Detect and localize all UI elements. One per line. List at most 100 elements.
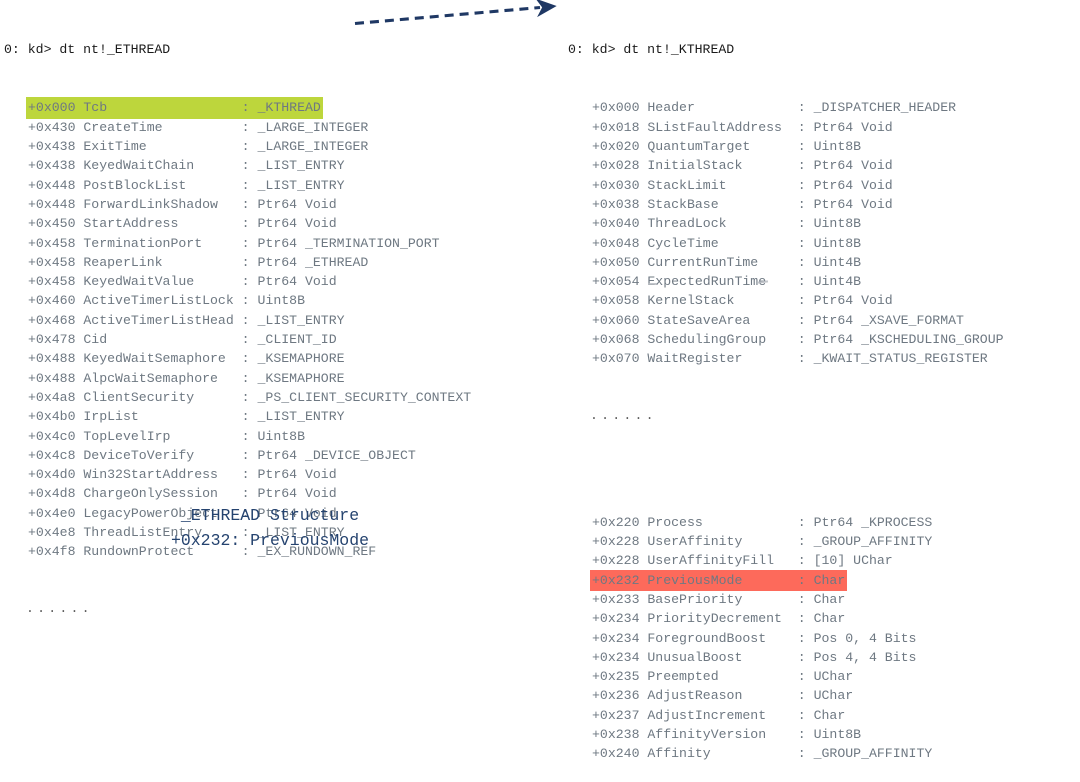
struct-field-text: +0x448 PostBlockList : _LIST_ENTRY [28, 177, 345, 193]
struct-field-text: +0x438 ExitTime : _LARGE_INTEGER [28, 139, 369, 155]
struct-field-text: +0x4b0 IrpList : _LIST_ENTRY [28, 409, 345, 425]
caption-subtitle: +0x232: PreviousMode [170, 531, 370, 550]
struct-field-text: +0x448 ForwardLinkShadow : Ptr64 Void [28, 196, 337, 212]
kthread-field-list-top: +0x000 Header : _DISPATCHER_HEADER +0x018… [568, 97, 1006, 367]
struct-field-row: +0x234 PriorityDecrement : Char [590, 608, 1006, 627]
struct-field-text: +0x020 QuantumTarget : Uint8B [592, 139, 862, 155]
struct-field-row: +0x448 PostBlockList : _LIST_ENTRY [26, 175, 473, 194]
struct-field-text: +0x000 Header : _DISPATCHER_HEADER [592, 100, 957, 116]
struct-field-text: +0x438 KeyedWaitChain : _LIST_ENTRY [28, 158, 345, 174]
struct-field-text: +0x030 StackLimit : Ptr64 Void [592, 177, 893, 193]
struct-field-row: +0x048 CycleTime : Uint8B [590, 233, 1006, 252]
caption-title: _ETHREAD Structure [180, 506, 360, 525]
kthread-ellipsis: ...... [590, 408, 657, 424]
struct-field-row: +0x458 ReaperLink : Ptr64 _ETHREAD [26, 252, 473, 271]
struct-field-row: +0x4c8 DeviceToVerify : Ptr64 _DEVICE_OB… [26, 445, 473, 464]
struct-field-row: +0x460 ActiveTimerListLock : Uint8B [26, 290, 473, 309]
struct-field-text: +0x048 CycleTime : Uint8B [592, 235, 862, 251]
struct-field-row: +0x478 Cid : _CLIENT_ID [26, 329, 473, 348]
struct-field-text: +0x233 BasePriority : Char [592, 591, 846, 607]
struct-field-row: +0x448 ForwardLinkShadow : Ptr64 Void [26, 194, 473, 213]
struct-field-text: +0x000 Tcb : _KTHREAD [26, 97, 323, 119]
struct-field-text: +0x4c0 TopLevelIrp : Uint8B [28, 428, 305, 444]
struct-field-row: +0x4b0 IrpList : _LIST_ENTRY [26, 406, 473, 425]
struct-field-row: +0x030 StackLimit : Ptr64 Void [590, 175, 1006, 194]
struct-field-row: +0x234 UnusualBoost : Pos 4, 4 Bits [590, 647, 1006, 666]
struct-field-text: +0x237 AdjustIncrement : Char [592, 707, 846, 723]
struct-field-text: +0x060 StateSaveArea : Ptr64 _XSAVE_FORM… [592, 312, 964, 328]
struct-field-row: +0x232 PreviousMode : Char [590, 569, 1006, 591]
struct-field-text: +0x450 StartAddress : Ptr64 Void [28, 216, 337, 232]
struct-field-text: +0x240 Affinity : _GROUP_AFFINITY [592, 746, 933, 762]
struct-field-text: +0x220 Process : Ptr64 _KPROCESS [592, 514, 933, 530]
struct-field-text: +0x070 WaitRegister : _KWAIT_STATUS_REGI… [592, 351, 988, 367]
struct-field-text: +0x236 AdjustReason : UChar [592, 688, 854, 704]
struct-field-text: +0x028 InitialStack : Ptr64 Void [592, 158, 893, 174]
struct-field-row: +0x240 Affinity : _GROUP_AFFINITY [590, 743, 1006, 762]
struct-field-text: +0x054 ExpectedRunTime : Uint4B [592, 274, 862, 290]
struct-field-text: +0x232 PreviousMode : Char [590, 569, 848, 591]
struct-field-row: +0x4a8 ClientSecurity : _PS_CLIENT_SECUR… [26, 387, 473, 406]
struct-field-row: +0x038 StackBase : Ptr64 Void [590, 194, 1006, 213]
struct-field-row: +0x040 ThreadLock : Uint8B [590, 213, 1006, 232]
struct-field-row: +0x4d8 ChargeOnlySession : Ptr64 Void [26, 483, 473, 502]
struct-field-row: +0x4c0 TopLevelIrp : Uint8B [26, 426, 473, 445]
struct-field-row: +0x028 InitialStack : Ptr64 Void [590, 155, 1006, 174]
struct-field-text: +0x038 StackBase : Ptr64 Void [592, 196, 893, 212]
kthread-struct-pane: 0: kd> dt nt!_KTHREAD +0x000 Header : _D… [568, 1, 1006, 782]
struct-field-row: +0x060 StateSaveArea : Ptr64 _XSAVE_FORM… [590, 310, 1006, 329]
struct-field-row: +0x468 ActiveTimerListHead : _LIST_ENTRY [26, 310, 473, 329]
struct-field-text: +0x238 AffinityVersion : Uint8B [592, 726, 862, 742]
struct-field-row: +0x488 AlpcWaitSemaphore : _KSEMAPHORE [26, 368, 473, 387]
struct-field-text: +0x488 AlpcWaitSemaphore : _KSEMAPHORE [28, 370, 345, 386]
struct-field-row: +0x000 Tcb : _KTHREAD [26, 97, 473, 119]
kthread-field-list-bottom: +0x220 Process : Ptr64 _KPROCESS +0x228 U… [568, 512, 1006, 763]
struct-field-text: +0x4d0 Win32StartAddress : Ptr64 Void [28, 467, 337, 483]
struct-field-row: +0x438 ExitTime : _LARGE_INTEGER [26, 136, 473, 155]
struct-field-row: +0x450 StartAddress : Ptr64 Void [26, 213, 473, 232]
struct-field-text: +0x4c8 DeviceToVerify : Ptr64 _DEVICE_OB… [28, 447, 416, 463]
struct-field-row: +0x458 KeyedWaitValue : Ptr64 Void [26, 271, 473, 290]
struct-field-row: +0x020 QuantumTarget : Uint8B [590, 136, 1006, 155]
ethread-ellipsis: ...... [26, 601, 93, 617]
ethread-command-line: 0: kd> dt nt!_ETHREAD [4, 41, 171, 57]
struct-field-text: +0x488 KeyedWaitSemaphore : _KSEMAPHORE [28, 351, 345, 367]
struct-field-text: +0x4a8 ClientSecurity : _PS_CLIENT_SECUR… [28, 389, 472, 405]
struct-field-row: +0x068 SchedulingGroup : Ptr64 _KSCHEDUL… [590, 329, 1006, 348]
kthread-gap [568, 464, 1006, 473]
struct-field-text: +0x228 UserAffinity : _GROUP_AFFINITY [592, 534, 933, 550]
struct-field-text: +0x235 Preempted : UChar [592, 669, 854, 685]
struct-field-text: +0x018 SListFaultAddress : Ptr64 Void [592, 119, 893, 135]
struct-field-text: +0x478 Cid : _CLIENT_ID [28, 332, 337, 348]
struct-field-row: +0x458 TerminationPort : Ptr64 _TERMINAT… [26, 233, 473, 252]
struct-field-text: +0x234 PriorityDecrement : Char [592, 611, 846, 627]
scan-artifact-mark [648, 283, 657, 285]
struct-field-text: +0x040 ThreadLock : Uint8B [592, 216, 862, 232]
ethread-field-list: +0x000 Tcb : _KTHREAD +0x430 CreateTime :… [4, 97, 473, 560]
struct-field-row: +0x4d0 Win32StartAddress : Ptr64 Void [26, 464, 473, 483]
struct-field-text: +0x468 ActiveTimerListHead : _LIST_ENTRY [28, 312, 345, 328]
struct-field-text: +0x4d8 ChargeOnlySession : Ptr64 Void [28, 486, 337, 502]
struct-field-text: +0x058 KernelStack : Ptr64 Void [592, 293, 893, 309]
struct-field-row: +0x018 SListFaultAddress : Ptr64 Void [590, 117, 1006, 136]
struct-field-row: +0x054 ExpectedRunTime : Uint4B [590, 271, 1006, 290]
struct-field-text: +0x430 CreateTime : _LARGE_INTEGER [28, 119, 369, 135]
struct-field-row: +0x488 KeyedWaitSemaphore : _KSEMAPHORE [26, 348, 473, 367]
struct-field-row: +0x220 Process : Ptr64 _KPROCESS [590, 512, 1006, 531]
struct-field-text: +0x234 UnusualBoost : Pos 4, 4 Bits [592, 649, 917, 665]
struct-field-row: +0x237 AdjustIncrement : Char [590, 705, 1006, 724]
struct-field-text: +0x050 CurrentRunTime : Uint4B [592, 254, 862, 270]
struct-field-text: +0x460 ActiveTimerListLock : Uint8B [28, 293, 305, 309]
struct-field-text: +0x458 KeyedWaitValue : Ptr64 Void [28, 274, 337, 290]
struct-field-text: +0x234 ForegroundBoost : Pos 0, 4 Bits [592, 630, 917, 646]
struct-field-text: +0x458 ReaperLink : Ptr64 _ETHREAD [28, 254, 369, 270]
struct-field-row: +0x236 AdjustReason : UChar [590, 685, 1006, 704]
struct-field-row: +0x233 BasePriority : Char [590, 589, 1006, 608]
struct-field-text: +0x458 TerminationPort : Ptr64 _TERMINAT… [28, 235, 440, 251]
kthread-command-line: 0: kd> dt nt!_KTHREAD [568, 41, 735, 57]
struct-field-row: +0x070 WaitRegister : _KWAIT_STATUS_REGI… [590, 348, 1006, 367]
struct-field-row: +0x438 KeyedWaitChain : _LIST_ENTRY [26, 155, 473, 174]
struct-field-row: +0x228 UserAffinity : _GROUP_AFFINITY [590, 531, 1006, 550]
struct-field-row: +0x228 UserAffinityFill : [10] UChar [590, 550, 1006, 569]
struct-field-row: +0x000 Header : _DISPATCHER_HEADER [590, 97, 1006, 116]
